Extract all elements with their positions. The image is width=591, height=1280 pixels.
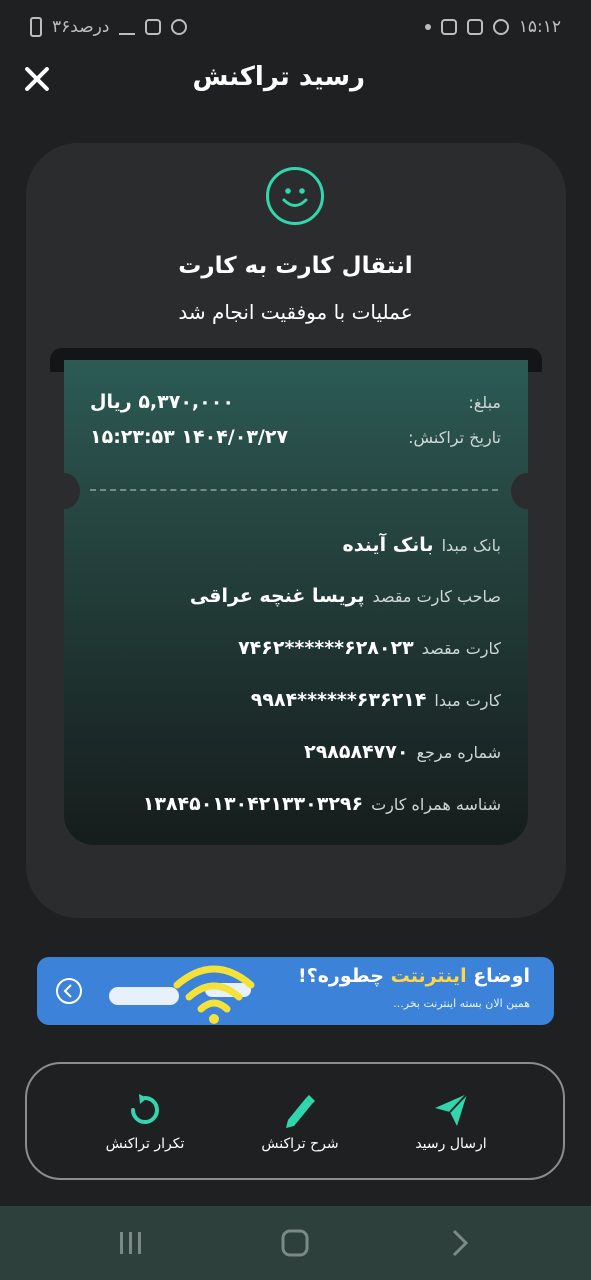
banner-subtitle: همین الان بسته اینترنت بخر... <box>393 997 530 1010</box>
refresh-icon <box>75 1090 215 1130</box>
dest-card-label: کارت مقصد <box>421 639 501 658</box>
send-icon <box>381 1090 521 1130</box>
source-card-row: کارت مبدا ۶۳۶۲۱۴******۹۹۸۴ <box>251 689 501 711</box>
signal-icon <box>119 19 136 35</box>
source-card-label: کارت مبدا <box>434 691 501 710</box>
wifi-calling-icon <box>145 19 162 35</box>
banner-chevron-left-icon[interactable] <box>56 978 82 1004</box>
amount-label: مبلغ: <box>468 393 501 412</box>
gallery-icon <box>466 19 483 35</box>
internet-package-banner[interactable]: اوضاع اینترنتت چطوره؟! همین الان بسته ای… <box>37 957 554 1025</box>
status-bar: ۳۶درصد ۱۵:۱۲ <box>0 0 591 54</box>
amount-row: مبلغ: ۵,۳۷۰,۰۰۰ ریال <box>90 391 501 413</box>
dest-owner-label: صاحب کارت مقصد <box>372 587 501 606</box>
source-card-value: ۶۳۶۲۱۴******۹۹۸۴ <box>250 689 427 711</box>
status-bar-right: ۱۵:۱۲ <box>424 17 561 37</box>
receipt-notch-left <box>48 473 80 509</box>
banner-title-prefix: اوضاع <box>466 965 530 987</box>
recent-apps-icon[interactable] <box>116 1228 146 1258</box>
source-bank-value: بانک آینده <box>342 534 434 556</box>
page-title: رسید تراکنش <box>192 62 365 92</box>
success-smiley-icon <box>266 167 324 225</box>
dest-owner-row: صاحب کارت مقصد پریسا غنچه عراقی <box>190 585 501 607</box>
system-nav-bar <box>0 1206 591 1280</box>
hotspot-icon <box>171 19 188 35</box>
banner-title: اوضاع اینترنتت چطوره؟! <box>298 965 530 987</box>
action-bar: ارسال رسید شرح تراکنش تکرار تراکنش <box>25 1062 565 1180</box>
source-bank-label: بانک مبدا <box>441 536 501 555</box>
banner-title-suffix: چطوره؟! <box>298 965 391 987</box>
mobile-card-id-value: ۱۳۸۴۵۰۱۳۰۴۲۱۳۳۰۳۲۹۶ <box>142 793 364 815</box>
back-icon[interactable] <box>446 1228 476 1258</box>
battery-text: ۳۶درصد <box>52 17 110 37</box>
status-bar-left: ۳۶درصد <box>30 17 213 37</box>
app-icon <box>492 19 509 35</box>
mobile-card-id-row: شناسه همراه کارت ۱۳۸۴۵۰۱۳۰۴۲۱۳۳۰۳۲۹۶ <box>143 793 501 815</box>
instagram-icon <box>440 19 457 35</box>
repeat-transaction-label: تکرار تراکنش <box>105 1136 185 1152</box>
pencil-icon <box>230 1090 370 1130</box>
transaction-status: عملیات با موفقیت انجام شد <box>178 300 413 324</box>
amount-value: ۵,۳۷۰,۰۰۰ ریال <box>90 391 234 413</box>
dest-card-row: کارت مقصد ۶۲۸۰۲۳******۷۴۶۲ <box>238 637 501 659</box>
battery-icon <box>30 17 42 37</box>
receipt-notch-right <box>511 473 543 509</box>
describe-transaction-button[interactable]: شرح تراکنش <box>230 1090 370 1152</box>
banner-title-highlight: اینترنتت <box>390 965 467 987</box>
close-icon[interactable] <box>22 64 52 94</box>
wifi-icon <box>173 965 255 1024</box>
repeat-transaction-button[interactable]: تکرار تراکنش <box>75 1090 215 1152</box>
dest-card-value: ۶۲۸۰۲۳******۷۴۶۲ <box>238 637 414 659</box>
send-receipt-button[interactable]: ارسال رسید <box>381 1090 521 1152</box>
send-receipt-label: ارسال رسید <box>415 1136 487 1152</box>
home-icon[interactable] <box>280 1228 310 1258</box>
mute-icon <box>197 19 213 35</box>
date-row: تاریخ تراکنش: ۱۴۰۴/۰۳/۲۷ ۱۵:۲۳:۵۳ <box>90 426 501 448</box>
mobile-card-id-label: شناسه همراه کارت <box>371 795 501 814</box>
receipt-divider <box>90 489 498 491</box>
describe-transaction-label: شرح تراکنش <box>261 1136 339 1152</box>
date-label: تاریخ تراکنش: <box>408 428 501 447</box>
source-bank-row: بانک مبدا بانک آینده <box>342 534 501 556</box>
reference-value: ۲۹۸۵۸۴۷۷۰ <box>304 741 409 763</box>
status-time: ۱۵:۱۲ <box>518 17 561 37</box>
transaction-type: انتقال کارت به کارت <box>178 253 413 279</box>
reference-label: شماره مرجع <box>416 743 501 762</box>
reference-row: شماره مرجع ۲۹۸۵۸۴۷۷۰ <box>304 741 501 763</box>
dest-owner-value: پریسا غنچه عراقی <box>189 585 365 607</box>
date-value: ۱۴۰۴/۰۳/۲۷ ۱۵:۲۳:۵۳ <box>90 426 289 448</box>
header: رسید تراکنش <box>0 54 591 110</box>
notification-dot-icon <box>424 24 431 30</box>
